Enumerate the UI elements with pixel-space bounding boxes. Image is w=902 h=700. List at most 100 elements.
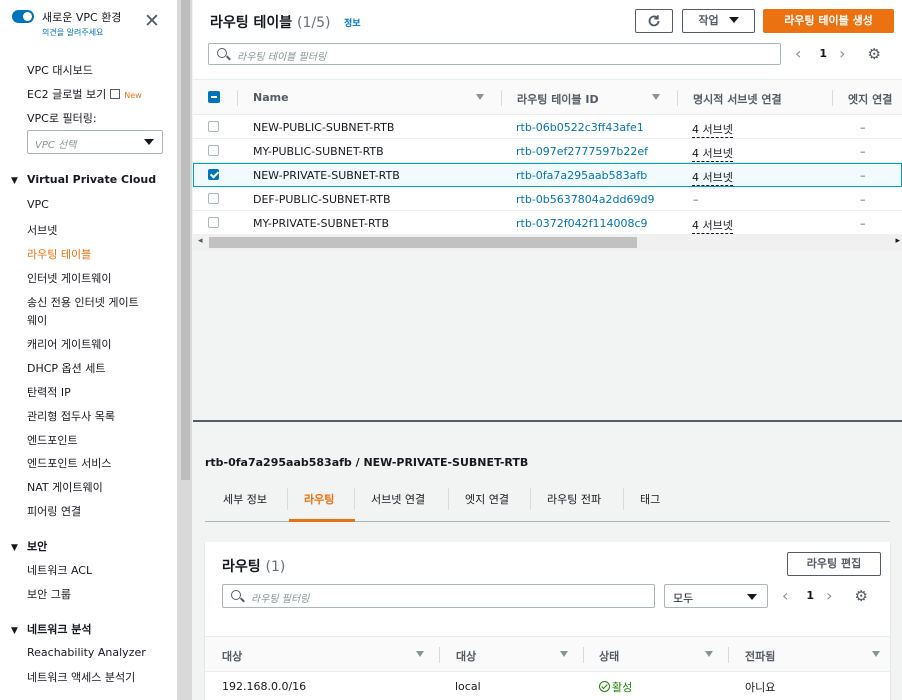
caret-down-icon: ▼ xyxy=(11,176,18,186)
row-checkbox[interactable] xyxy=(208,193,219,204)
toggle-switch[interactable] xyxy=(12,10,34,23)
chevron-left-icon[interactable]: ‹ xyxy=(782,586,788,605)
feedback-link[interactable]: 의견을 알려주세요 xyxy=(42,27,121,38)
sidebar-item-endpoints[interactable]: 엔드포인트 xyxy=(27,432,78,448)
sidebar-item-network-acl[interactable]: 네트워크 ACL xyxy=(27,562,92,578)
column-header-target[interactable]: 대상 xyxy=(456,648,476,664)
select-all-checkbox[interactable] xyxy=(208,91,220,103)
column-header-edge[interactable]: 엣지 연결 xyxy=(848,91,892,107)
sidebar-item-ec2-global[interactable]: EC2 글로벌 보기 New xyxy=(27,86,142,102)
table-row[interactable]: MY-PUBLIC-SUBNET-RTB rtb-097ef2777597b22… xyxy=(193,139,902,163)
cell-subnets[interactable]: 4 서브넷 xyxy=(692,121,733,138)
routes-card: 라우팅 (1) 라우팅 편집 라우팅 필터링 모두 ‹ 1 › ⚙ 대상 대상 xyxy=(205,542,890,700)
section-network-analysis[interactable]: ▼ 네트워크 분석 xyxy=(11,621,92,637)
scroll-right-icon[interactable]: ▸ xyxy=(895,236,900,246)
sidebar-item-internet-gateways[interactable]: 인터넷 게이트웨이 xyxy=(27,270,111,286)
sort-icon[interactable] xyxy=(705,651,713,657)
table-row[interactable]: DEF-PUBLIC-SUBNET-RTB rtb-0b5637804a2dd6… xyxy=(193,187,902,211)
sort-icon[interactable] xyxy=(476,94,484,100)
gear-icon[interactable]: ⚙ xyxy=(854,587,867,605)
row-checkbox[interactable] xyxy=(208,121,219,132)
create-route-table-button[interactable]: 라우팅 테이블 생성 xyxy=(763,9,894,33)
tab-subnet-associations[interactable]: 서브넷 연결 xyxy=(371,491,425,507)
chevron-right-icon[interactable]: › xyxy=(826,586,832,605)
column-divider xyxy=(237,90,238,106)
sidebar-item-route-tables[interactable]: 라우팅 테이블 xyxy=(27,246,91,262)
gear-icon[interactable]: ⚙ xyxy=(867,45,880,63)
section-virtual-private-cloud[interactable]: ▼ Virtual Private Cloud xyxy=(11,173,156,186)
sort-icon[interactable] xyxy=(416,651,424,657)
row-checkbox[interactable] xyxy=(208,217,219,228)
cell-subnets[interactable]: 4 서브넷 xyxy=(692,169,733,186)
sidebar-item-access-analyzer[interactable]: 네트워크 액세스 분석기 xyxy=(27,669,135,685)
page-number[interactable]: 1 xyxy=(806,589,814,602)
sidebar-item-prefix-lists[interactable]: 관리형 접두사 목록 xyxy=(27,408,115,424)
cell-subnets[interactable]: 4 서브넷 xyxy=(692,145,733,162)
route-row: 192.168.0.0/16 local 활성 아니요 xyxy=(205,672,890,700)
table-horizontal-scrollbar[interactable]: ◂ ▸ xyxy=(193,234,902,251)
sidebar-item-peering[interactable]: 피어링 연결 xyxy=(27,503,81,519)
sidebar-item-reachability[interactable]: Reachability Analyzer xyxy=(27,646,146,659)
cell-propagated: 아니요 xyxy=(745,681,776,694)
sidebar-item-vpc-dashboard[interactable]: VPC 대시보드 xyxy=(27,62,93,78)
sidebar-item-nat-gateways[interactable]: NAT 게이트웨이 xyxy=(27,479,103,495)
route-search-input[interactable]: 라우팅 필터링 xyxy=(222,584,655,608)
column-header-status[interactable]: 상태 xyxy=(599,648,619,664)
cell-route-table-id[interactable]: rtb-0fa7a295aab583afb xyxy=(516,169,647,182)
chevron-right-icon[interactable]: › xyxy=(839,44,845,63)
close-icon[interactable]: ✕ xyxy=(144,12,160,31)
actions-button[interactable]: 작업 xyxy=(682,9,755,33)
sidebar-item-egress-only-igw[interactable]: 송신 전용 인터넷 게이트 xyxy=(27,294,139,310)
scrollbar-thumb[interactable] xyxy=(209,237,637,248)
sidebar-scrollbar-thumb[interactable] xyxy=(181,0,190,480)
vpc-filter-select[interactable]: VPC 선택 xyxy=(27,130,163,154)
sidebar-item-elastic-ips[interactable]: 탄력적 IP xyxy=(27,384,71,400)
sidebar-item-security-groups[interactable]: 보안 그룹 xyxy=(27,586,71,602)
table-row[interactable]: MY-PRIVATE-SUBNET-RTB rtb-0372f042f11400… xyxy=(193,211,902,235)
row-checkbox-checked[interactable] xyxy=(208,169,219,180)
sidebar-item-endpoint-services[interactable]: 엔드포인트 서비스 xyxy=(27,455,111,471)
new-vpc-toggle[interactable]: 새로운 VPC 환경 의견을 알려주세요 xyxy=(12,9,121,38)
cell-route-table-id[interactable]: rtb-06b0522c3ff43afe1 xyxy=(516,121,644,134)
tab-edge-associations[interactable]: 엣지 연결 xyxy=(465,491,509,507)
column-divider xyxy=(832,90,833,106)
row-checkbox[interactable] xyxy=(208,145,219,156)
page-number[interactable]: 1 xyxy=(819,47,827,60)
cell-route-table-id[interactable]: rtb-0b5637804a2dd69d9 xyxy=(516,193,654,206)
route-table-search-input[interactable]: 라우팅 테이블 필터링 xyxy=(208,43,781,65)
sort-icon[interactable] xyxy=(652,94,660,100)
tab-tags[interactable]: 태그 xyxy=(640,491,660,507)
cell-route-table-id[interactable]: rtb-0372f042f114008c9 xyxy=(516,217,648,230)
scroll-left-icon[interactable]: ◂ xyxy=(198,236,203,246)
column-header-propagated[interactable]: 전파됨 xyxy=(745,648,775,664)
cell-subnets[interactable]: 4 서브넷 xyxy=(692,217,733,234)
tab-route-propagation[interactable]: 라우팅 전파 xyxy=(547,491,601,507)
sidebar-item-carrier-gateways[interactable]: 캐리어 게이트웨이 xyxy=(27,336,111,352)
caret-down-icon: ▼ xyxy=(11,626,18,636)
title-text: 라우팅 테이블 xyxy=(210,15,293,31)
column-header-destination[interactable]: 대상 xyxy=(222,648,242,664)
column-header-id[interactable]: 라우팅 테이블 ID xyxy=(517,91,599,107)
tab-divider xyxy=(530,488,531,510)
sort-icon[interactable] xyxy=(872,651,880,657)
tab-details[interactable]: 세부 정보 xyxy=(223,491,267,507)
sidebar-item-vpc[interactable]: VPC xyxy=(27,198,49,211)
tab-divider xyxy=(287,488,288,510)
table-row-selected[interactable]: NEW-PRIVATE-SUBNET-RTB rtb-0fa7a295aab58… xyxy=(193,163,902,187)
sidebar-item-dhcp-options[interactable]: DHCP 옵션 세트 xyxy=(27,360,106,376)
chevron-left-icon[interactable]: ‹ xyxy=(795,44,801,63)
column-header-name[interactable]: Name xyxy=(253,91,289,104)
cell-route-table-id[interactable]: rtb-097ef2777597b22ef xyxy=(516,145,648,158)
info-link[interactable]: 정보 xyxy=(344,16,361,29)
column-divider xyxy=(583,647,584,663)
table-row[interactable]: NEW-PUBLIC-SUBNET-RTB rtb-06b0522c3ff43a… xyxy=(193,115,902,139)
refresh-button[interactable] xyxy=(635,9,673,33)
sidebar-item-egress-only-igw-cont[interactable]: 웨이 xyxy=(27,312,47,328)
route-filter-select[interactable]: 모두 xyxy=(664,584,768,608)
column-header-subnets[interactable]: 명시적 서브넷 연결 xyxy=(693,91,782,107)
section-security[interactable]: ▼ 보안 xyxy=(11,538,47,554)
tab-routes[interactable]: 라우팅 xyxy=(304,491,334,507)
edit-routes-button[interactable]: 라우팅 편집 xyxy=(787,552,881,576)
sidebar-item-subnets[interactable]: 서브넷 xyxy=(27,222,57,238)
sort-icon[interactable] xyxy=(560,651,568,657)
